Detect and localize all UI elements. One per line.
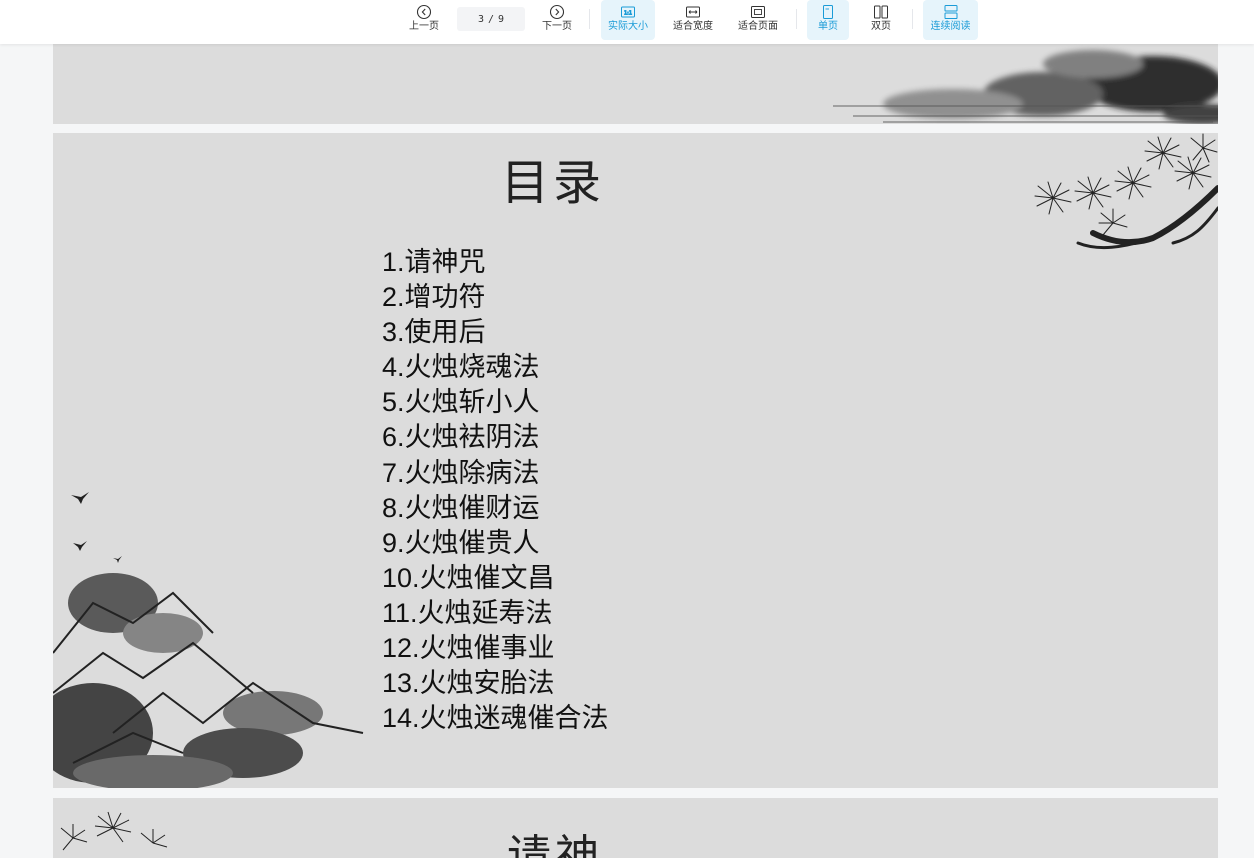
fit-width-icon xyxy=(685,4,701,20)
toc-item: 14.火烛迷魂催合法 xyxy=(382,703,609,734)
single-page-button[interactable]: 单页 xyxy=(807,0,849,40)
toc-item: 6.火烛袪阴法 xyxy=(382,422,540,453)
page-separator: / xyxy=(487,13,495,25)
double-page-icon xyxy=(873,4,889,20)
double-page-label: 双页 xyxy=(871,21,891,32)
actual-size-button[interactable]: 1:1 实际大小 xyxy=(601,0,655,40)
page-number-field[interactable]: 3 / 9 xyxy=(457,7,525,31)
pine-tree-illustration xyxy=(1034,133,1218,249)
ink-decoration xyxy=(53,133,1218,788)
fit-width-label: 适合宽度 xyxy=(673,21,713,32)
previous-slide xyxy=(53,44,1218,124)
fit-page-icon xyxy=(750,4,766,20)
next-page-label: 下一页 xyxy=(542,21,572,32)
fit-width-button[interactable]: 适合宽度 xyxy=(667,0,719,40)
fit-page-button[interactable]: 适合页面 xyxy=(732,0,784,40)
actual-size-icon: 1:1 xyxy=(620,4,636,20)
toolbar-divider xyxy=(912,9,913,29)
toc-item: 1.请神咒 xyxy=(382,247,486,277)
table-of-contents: 1.请神咒 2.增功符 3.使用后 4.火烛烧魂法 5.火烛斩小人 6.火烛袪阴… xyxy=(382,245,609,736)
next-slide-title: 请神 xyxy=(507,831,603,858)
continuous-reading-icon xyxy=(943,4,959,20)
single-page-icon xyxy=(820,4,836,20)
actual-size-label: 实际大小 xyxy=(608,21,648,32)
svg-text:1:1: 1:1 xyxy=(624,11,632,17)
prev-page-label: 上一页 xyxy=(409,21,439,32)
fit-page-label: 适合页面 xyxy=(738,21,778,32)
toc-item: 8.火烛催财运 xyxy=(382,492,540,523)
toc-item: 12.火烛催事业 xyxy=(382,633,555,664)
ink-landscape-illustration xyxy=(53,573,364,788)
current-page-number[interactable]: 3 xyxy=(476,14,486,25)
ink-landscape-illustration xyxy=(833,50,1218,124)
next-slide: 请神 xyxy=(53,798,1218,858)
chevron-right-circle-icon xyxy=(549,4,565,20)
chevron-left-circle-icon xyxy=(416,4,432,20)
current-slide: 目录 1.请神咒 2.增功符 3.使用后 4.火烛烧魂法 5.火烛斩小人 6.火… xyxy=(53,133,1218,788)
toolbar-divider xyxy=(796,9,797,29)
slide-title: 目录 xyxy=(500,155,605,211)
toolbar-divider xyxy=(589,9,590,29)
double-page-button[interactable]: 双页 xyxy=(860,0,902,40)
viewer-toolbar: 上一页 3 / 9 下一页 1:1 实际大小 适合宽度 适合页面 单页 双页 连… xyxy=(0,0,1254,44)
toc-item: 13.火烛安胎法 xyxy=(382,668,555,699)
toc-item: 11.火烛延寿法 xyxy=(382,597,553,628)
toc-item: 3.使用后 xyxy=(382,317,486,348)
single-page-label: 单页 xyxy=(818,21,838,32)
bird-illustration xyxy=(71,492,122,563)
prev-page-button[interactable]: 上一页 xyxy=(404,0,444,40)
total-pages: 9 xyxy=(498,13,505,25)
toc-item: 5.火烛斩小人 xyxy=(382,387,540,418)
toc-item: 4.火烛烧魂法 xyxy=(382,352,540,383)
toc-item: 7.火烛除病法 xyxy=(382,457,540,488)
continuous-reading-label: 连续阅读 xyxy=(930,21,971,32)
pine-tree-illustration xyxy=(60,811,168,851)
toc-item: 9.火烛催贵人 xyxy=(382,527,540,558)
toc-item: 10.火烛催文昌 xyxy=(382,562,555,593)
toc-item: 2.增功符 xyxy=(382,282,486,313)
continuous-reading-button[interactable]: 连续阅读 xyxy=(923,0,978,40)
next-page-button[interactable]: 下一页 xyxy=(537,0,577,40)
